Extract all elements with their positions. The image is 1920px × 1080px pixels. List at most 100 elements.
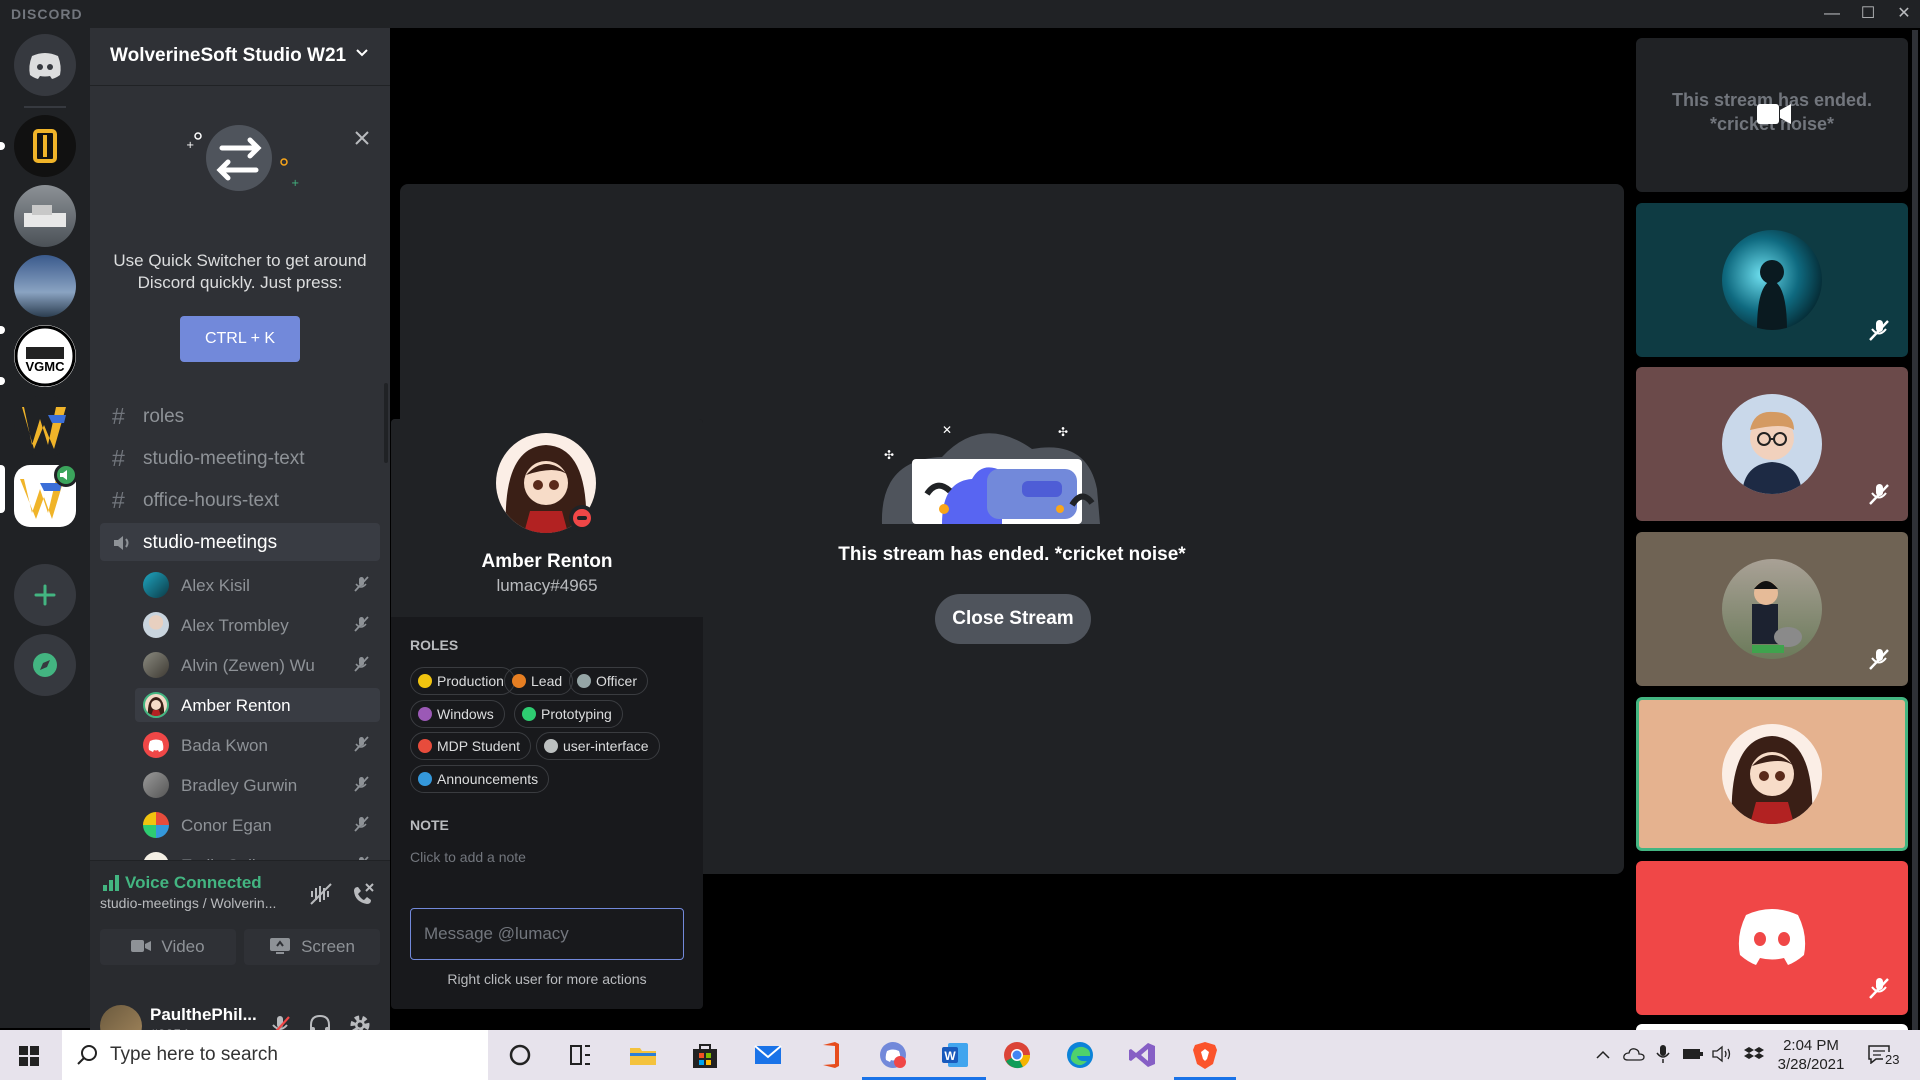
taskbar-search[interactable]: Type here to search <box>62 1030 488 1080</box>
server-icon-2[interactable] <box>14 185 76 247</box>
noise-suppression-icon[interactable] <box>308 881 334 907</box>
role-tag[interactable]: Officer <box>569 667 648 695</box>
server-icon-3[interactable] <box>14 255 76 317</box>
file-explorer-icon[interactable] <box>628 1040 658 1070</box>
server-icon-4[interactable] <box>14 395 76 457</box>
close-window-button[interactable]: ✕ <box>1886 0 1920 28</box>
hash-icon: # <box>112 445 125 471</box>
role-tag[interactable]: Announcements <box>410 765 550 793</box>
do-not-disturb-icon <box>569 505 595 531</box>
voice-member-selected[interactable]: Amber Renton <box>135 688 380 722</box>
quick-switcher-shortcut[interactable]: CTRL + K <box>180 316 300 362</box>
home-button[interactable] <box>14 34 76 96</box>
voice-member[interactable]: Alex Kisil <box>135 568 380 602</box>
chevron-down-icon <box>354 44 370 65</box>
mail-icon[interactable] <box>753 1040 783 1070</box>
voice-member[interactable]: Alex Trombley <box>135 608 380 642</box>
channel-office-hours-text[interactable]: # office-hours-text <box>100 481 380 519</box>
voice-member[interactable]: Bada Kwon <box>135 728 380 762</box>
server-icon-vgmc[interactable]: VGMC <box>14 325 76 387</box>
minimize-button[interactable]: — <box>1814 0 1850 28</box>
role-tag[interactable]: user-interface <box>536 732 660 760</box>
participant-tile-speaking[interactable] <box>1636 697 1908 851</box>
server-header[interactable]: WolverineSoft Studio W21 <box>90 28 390 86</box>
screen-share-icon <box>270 938 291 954</box>
avatar <box>143 692 169 718</box>
unread-pill <box>0 377 5 385</box>
stream-tile[interactable]: This stream has ended. *cricket noise* <box>1636 38 1908 192</box>
role-tag[interactable]: Lead <box>504 667 574 695</box>
voice-channel-path[interactable]: studio-meetings / Wolverin... <box>100 895 276 911</box>
note-heading: NOTE <box>410 817 449 833</box>
battery-icon[interactable] <box>1682 1047 1704 1061</box>
profile-tag: lumacy#4965 <box>496 576 598 595</box>
vgmc-logo-icon: VGMC <box>14 325 76 387</box>
voice-connected-label[interactable]: Voice Connected <box>125 873 262 893</box>
participant-tile[interactable] <box>1636 203 1908 357</box>
chrome-icon[interactable] <box>1002 1040 1032 1070</box>
video-button[interactable]: Video <box>100 929 236 965</box>
brave-icon[interactable] <box>1190 1040 1220 1070</box>
chevron-up-icon[interactable] <box>1595 1048 1611 1062</box>
signal-icon <box>103 875 119 891</box>
role-tag[interactable]: Prototyping <box>514 700 623 728</box>
voice-member[interactable]: Conor Egan <box>135 808 380 842</box>
explore-servers-button[interactable] <box>14 634 76 696</box>
taskbar-clock[interactable]: 2:04 PM 3/28/2021 <box>1770 1036 1852 1074</box>
voice-channel-studio-meetings[interactable]: studio-meetings <box>100 523 380 561</box>
server-name: WolverineSoft Studio W21 <box>110 45 347 66</box>
store-icon[interactable] <box>690 1040 720 1070</box>
voice-member[interactable]: Bradley Gurwin <box>135 768 380 802</box>
windows-start-icon[interactable] <box>19 1046 39 1066</box>
close-stream-button[interactable]: Close Stream <box>935 594 1091 644</box>
participant-tile[interactable] <box>1636 532 1908 686</box>
onedrive-icon[interactable] <box>1623 1046 1645 1062</box>
role-tag[interactable]: MDP Student <box>410 732 532 760</box>
server-logo-icon <box>33 129 57 163</box>
role-color-dot <box>418 772 432 786</box>
visual-studio-icon[interactable] <box>1127 1040 1157 1070</box>
avatar <box>143 772 169 798</box>
tiles-scrollbar[interactable] <box>1912 30 1918 1030</box>
office-icon[interactable] <box>815 1040 845 1070</box>
add-server-button[interactable] <box>14 564 76 626</box>
cortana-icon[interactable] <box>505 1040 535 1070</box>
participant-tile[interactable] <box>1636 861 1908 1015</box>
role-color-dot <box>522 707 536 721</box>
server-image-icon <box>24 205 66 227</box>
svg-text:VGMC: VGMC <box>26 359 66 374</box>
close-icon[interactable] <box>354 126 370 152</box>
channel-label: studio-meetings <box>143 532 278 553</box>
edge-icon[interactable] <box>1065 1040 1095 1070</box>
discord-taskbar-icon[interactable] <box>878 1040 908 1070</box>
screen-share-button[interactable]: Screen <box>244 929 380 965</box>
switch-arrows-icon: + + <box>186 125 299 191</box>
volume-icon[interactable] <box>1711 1045 1733 1063</box>
disconnect-icon[interactable] <box>350 881 376 907</box>
server-icon-1[interactable] <box>14 115 76 177</box>
selected-server-pill <box>0 465 5 513</box>
role-tag[interactable]: Production <box>410 667 515 695</box>
member-name: Bada Kwon <box>181 736 268 755</box>
rail-divider <box>24 106 66 108</box>
username[interactable]: PaulthePhil... <box>150 1005 257 1025</box>
task-view-icon[interactable] <box>565 1040 595 1070</box>
role-tag[interactable]: Windows <box>410 700 505 728</box>
stream-ended-illustration: ✕ ✣ ✣ <box>881 423 1100 524</box>
notification-center-button[interactable]: 23 <box>1865 1040 1909 1070</box>
taskbar: Type here to search W 2:04 PM 3/28/2021 … <box>0 1030 1920 1080</box>
note-field[interactable]: Click to add a note <box>410 849 526 865</box>
channel-label: studio-meeting-text <box>143 448 305 469</box>
clock-time: 2:04 PM <box>1783 1037 1839 1054</box>
word-icon[interactable]: W <box>940 1040 970 1070</box>
maximize-button[interactable]: ☐ <box>1850 0 1886 28</box>
channel-roles[interactable]: # roles <box>100 397 380 435</box>
scrollbar[interactable] <box>384 383 388 463</box>
message-input[interactable] <box>410 908 684 960</box>
voice-member[interactable]: Alvin (Zewen) Wu <box>135 648 380 682</box>
dropbox-icon[interactable] <box>1744 1046 1764 1063</box>
avatar <box>143 812 169 838</box>
microphone-icon[interactable] <box>1655 1044 1671 1064</box>
channel-studio-meeting-text[interactable]: # studio-meeting-text <box>100 439 380 477</box>
participant-tile[interactable] <box>1636 367 1908 521</box>
